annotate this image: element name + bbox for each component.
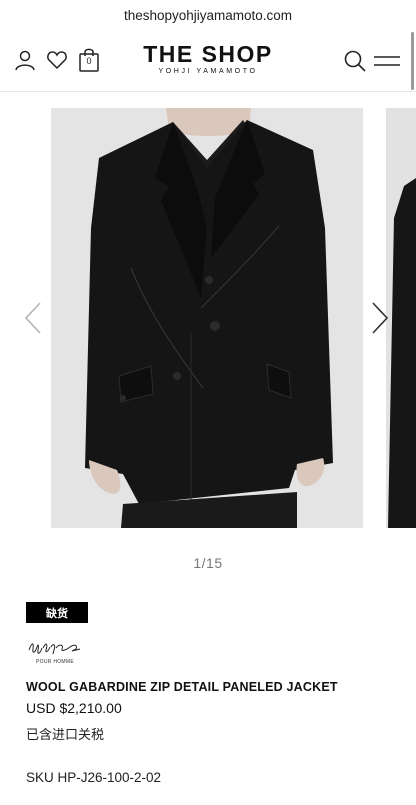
logo-main-text: THE SHOP <box>143 41 273 67</box>
chevron-right-icon[interactable] <box>369 301 391 335</box>
product-photo[interactable] <box>51 108 363 528</box>
product-image-carousel[interactable] <box>0 108 416 528</box>
user-icon[interactable] <box>14 49 36 71</box>
menu-icon[interactable] <box>373 51 401 71</box>
brand-sub-label: POUR HOMME <box>36 659 74 665</box>
slide-counter: 1/15 <box>193 555 223 571</box>
shopping-bag-icon[interactable]: 0 <box>78 47 100 73</box>
heart-icon[interactable] <box>46 49 68 71</box>
cart-count: 0 <box>86 56 92 66</box>
logo-sub-text: YOHJI YAMAMOTO <box>158 68 258 75</box>
site-logo[interactable]: THE SHOP YOHJI YAMAMOTO <box>138 42 278 75</box>
search-icon[interactable] <box>343 49 367 73</box>
url-text: theshopyohjiyamamoto.com <box>123 7 293 23</box>
product-title: WOOL GABARDINE ZIP DETAIL PANELED JACKET <box>26 680 338 694</box>
chevron-left-icon[interactable] <box>22 301 44 335</box>
product-sku: SKU HP-J26-100-2-02 <box>26 770 162 785</box>
address-bar[interactable]: theshopyohjiyamamoto.com <box>0 0 416 30</box>
status-badge: 缺货 <box>26 602 88 623</box>
page-scrollbar[interactable] <box>411 32 414 90</box>
product-price: USD $2,210.00 <box>26 700 122 716</box>
tax-note: 已含进口关税 <box>26 727 105 742</box>
site-header: 0 THE SHOP YOHJI YAMAMOTO <box>0 30 416 92</box>
